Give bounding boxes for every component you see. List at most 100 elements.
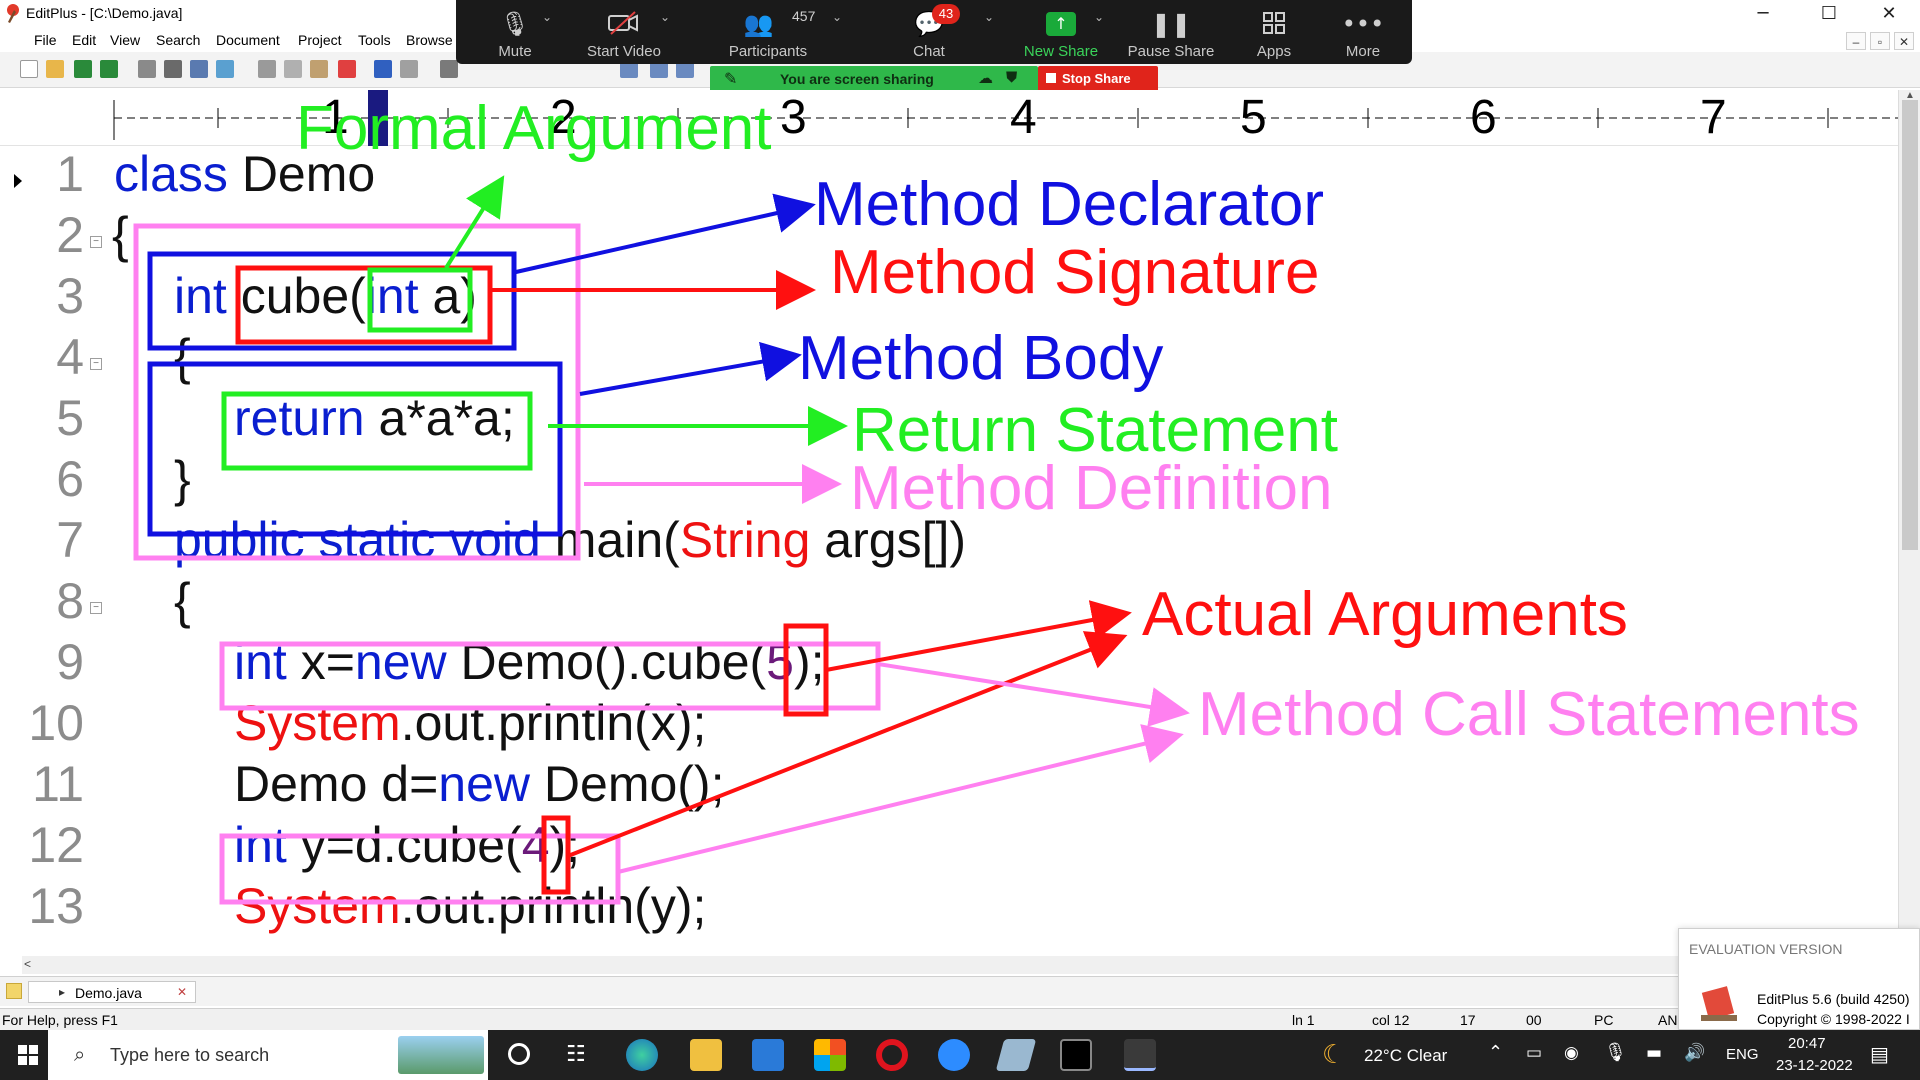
- file-explorer-icon[interactable]: [690, 1039, 722, 1071]
- cut-icon[interactable]: [258, 60, 276, 78]
- tray-expand-icon[interactable]: ⌃: [1488, 1042, 1503, 1063]
- menu-view[interactable]: View: [110, 32, 140, 48]
- vertical-scroll-thumb[interactable]: [1902, 100, 1918, 550]
- fold-toggle-icon[interactable]: −: [90, 602, 102, 614]
- editplus-logo-icon: [7, 4, 19, 23]
- mdi-close-button[interactable]: ✕: [1894, 32, 1914, 50]
- new-file-icon[interactable]: [20, 60, 38, 78]
- save-icon[interactable]: [74, 60, 92, 78]
- menu-tools[interactable]: Tools: [358, 32, 391, 48]
- language-indicator[interactable]: ENG: [1726, 1046, 1759, 1063]
- battery-icon[interactable]: ▬: [1646, 1043, 1662, 1063]
- fold-toggle-icon[interactable]: −: [90, 236, 102, 248]
- print-preview-icon[interactable]: [138, 60, 156, 78]
- folder-icon[interactable]: [6, 983, 22, 999]
- more-button[interactable]: ••• More: [1320, 0, 1406, 64]
- code-line-12: int y=d.cube(4);: [234, 817, 581, 873]
- screen-sharing-banner[interactable]: ✎ You are screen sharing ☁ ⛊: [710, 66, 1038, 92]
- fold-toggle-icon[interactable]: −: [90, 358, 102, 370]
- notes-icon[interactable]: [995, 1039, 1037, 1071]
- start-video-button[interactable]: Start Video: [576, 0, 672, 64]
- ruler-number: 3: [780, 91, 807, 144]
- menu-browse[interactable]: Browse: [406, 32, 453, 48]
- refresh-icon[interactable]: [216, 60, 234, 78]
- undo-icon[interactable]: [374, 60, 392, 78]
- volume-icon[interactable]: 🔊: [1684, 1043, 1705, 1063]
- camera-icon[interactable]: ◉: [1564, 1043, 1579, 1063]
- code-line-9: int x=new Demo().cube(5);: [234, 634, 825, 690]
- tab-demo-java[interactable]: ▸ Demo.java ✕: [28, 981, 196, 1003]
- line-indicator: ln 1: [1292, 1012, 1315, 1028]
- pause-icon: ❚❚: [1150, 10, 1192, 38]
- network-icon[interactable]: ▭: [1526, 1043, 1542, 1063]
- weather-text[interactable]: 22°C Clear: [1364, 1046, 1447, 1066]
- menu-edit[interactable]: Edit: [72, 32, 96, 48]
- notifications-icon[interactable]: ▤: [1870, 1042, 1889, 1066]
- terminal-icon[interactable]: [1060, 1039, 1092, 1071]
- copy-icon[interactable]: [284, 60, 302, 78]
- share-options-caret-icon[interactable]: ⌄: [1094, 10, 1104, 24]
- participants-icon: 👥: [743, 10, 774, 38]
- status-bar: For Help, press F1 ln 1 col 12 17 00 PC …: [0, 1008, 1920, 1030]
- line-number: 7: [56, 512, 84, 568]
- menu-file[interactable]: File: [34, 32, 57, 48]
- chat-options-caret-icon[interactable]: ⌄: [984, 10, 994, 24]
- apps-button[interactable]: Apps: [1232, 0, 1316, 64]
- mail-icon[interactable]: [752, 1039, 784, 1071]
- participants-options-caret-icon[interactable]: ⌄: [832, 10, 842, 24]
- microphone-tray-icon[interactable]: 🎙: [1604, 1042, 1627, 1063]
- pin-icon: ✎: [724, 71, 738, 88]
- menu-project[interactable]: Project: [298, 32, 342, 48]
- scroll-left-icon[interactable]: <: [24, 957, 31, 971]
- code-line-10: System.out.println(x);: [234, 695, 707, 751]
- line-ending-mode: PC: [1594, 1012, 1614, 1028]
- line-number: 5: [56, 390, 84, 446]
- editplus-taskbar-icon[interactable]: [1124, 1039, 1156, 1071]
- taskbar-search-box[interactable]: ⌕ Type here to search: [48, 1030, 488, 1080]
- clock-time[interactable]: 20:47: [1788, 1035, 1826, 1052]
- edge-icon[interactable]: [626, 1039, 658, 1071]
- store-icon[interactable]: [814, 1039, 846, 1071]
- method-declarator-label: Method Declarator: [814, 170, 1325, 239]
- pause-share-button[interactable]: ❚❚ Pause Share: [1122, 0, 1220, 64]
- evaluation-title: EVALUATION VERSION: [1689, 941, 1843, 957]
- spellcheck-icon[interactable]: [190, 60, 208, 78]
- vertical-scrollbar[interactable]: ▲: [1898, 90, 1920, 952]
- search-icon: ⌕: [74, 1042, 86, 1066]
- search-highlight-icon: [398, 1036, 484, 1074]
- zoom-icon[interactable]: [938, 1039, 970, 1071]
- mdi-minimize-button[interactable]: –: [1846, 32, 1866, 50]
- task-view-icon[interactable]: [508, 1043, 530, 1065]
- save-all-icon[interactable]: [100, 60, 118, 78]
- encoding: AN: [1658, 1012, 1678, 1028]
- line-number: 6: [56, 451, 84, 507]
- line-number: 2: [56, 207, 84, 263]
- menu-search[interactable]: Search: [156, 32, 200, 48]
- mdi-restore-button[interactable]: ▫: [1870, 32, 1890, 50]
- evaluation-popup[interactable]: EVALUATION VERSION EditPlus 5.6 (build 4…: [1678, 928, 1920, 1030]
- maximize-button[interactable]: ☐: [1806, 0, 1852, 28]
- open-folder-icon[interactable]: [46, 60, 64, 78]
- print-icon[interactable]: [164, 60, 182, 78]
- ruler-number: 6: [1470, 91, 1497, 144]
- stop-share-button[interactable]: Stop Share: [1038, 66, 1158, 92]
- paste-icon[interactable]: [310, 60, 328, 78]
- windows-start-icon[interactable]: [18, 1045, 38, 1065]
- mute-options-caret-icon[interactable]: ⌄: [542, 10, 552, 24]
- widgets-icon[interactable]: ☷: [566, 1042, 586, 1067]
- close-button[interactable]: ✕: [1866, 0, 1912, 28]
- clock-date[interactable]: 23-12-2022: [1776, 1057, 1853, 1074]
- opera-icon[interactable]: [876, 1039, 908, 1071]
- new-share-icon[interactable]: ↑: [1046, 12, 1076, 36]
- redo-icon[interactable]: [400, 60, 418, 78]
- line-number: 8: [56, 573, 84, 629]
- video-options-caret-icon[interactable]: ⌄: [660, 10, 670, 24]
- find-icon[interactable]: [440, 60, 458, 78]
- close-tab-icon[interactable]: ✕: [177, 985, 187, 999]
- horizontal-scrollbar[interactable]: <: [22, 956, 1682, 974]
- delete-icon[interactable]: [338, 60, 356, 78]
- line-number: 1: [56, 146, 84, 202]
- menu-document[interactable]: Document: [216, 32, 280, 48]
- minimize-button[interactable]: ─: [1740, 0, 1786, 28]
- line-count: 17: [1460, 1012, 1476, 1028]
